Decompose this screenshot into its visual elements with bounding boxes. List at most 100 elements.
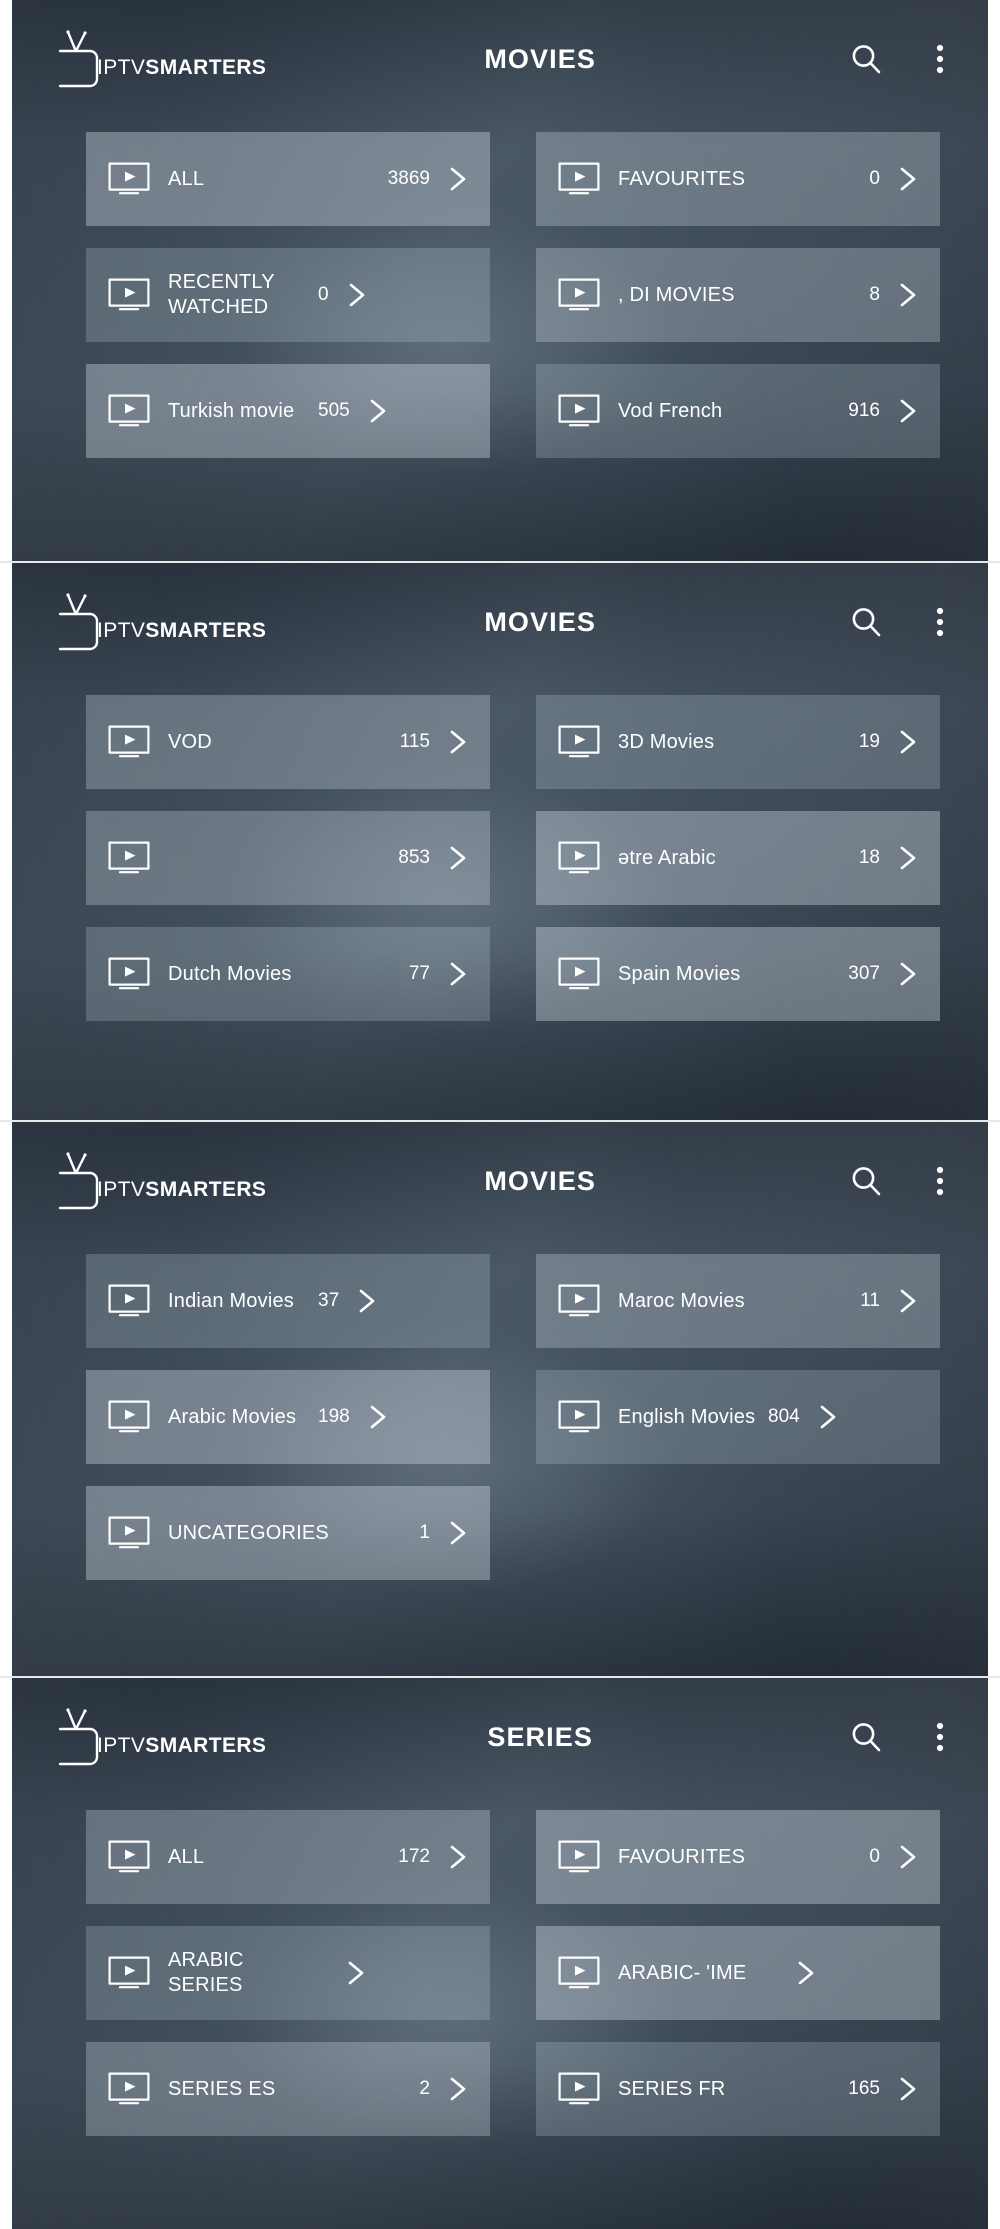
chevron-right-icon[interactable]	[896, 278, 920, 312]
category-grid: ALL 3869 FAVOURITES 0 RECENTLY WATCHED 0…	[12, 118, 988, 458]
category-card-1-3[interactable]: ətre Arabic 18	[536, 811, 940, 905]
category-card-1-5[interactable]: Spain Movies 307	[536, 927, 940, 1021]
app-header: IPTVSMARTERS MOVIES	[12, 1122, 988, 1240]
chevron-right-icon[interactable]	[896, 725, 920, 759]
category-count: 3869	[387, 168, 430, 189]
phone-screen-2: IPTVSMARTERS MOVIES Indian Movies 37 Mar…	[12, 1122, 988, 1676]
chevron-right-icon[interactable]	[896, 957, 920, 991]
tv-play-icon	[558, 2072, 600, 2106]
category-count: 505	[318, 400, 350, 421]
chevron-right-icon[interactable]	[896, 2072, 920, 2106]
tv-play-icon	[108, 1516, 150, 1550]
tv-play-icon	[108, 1284, 150, 1318]
chevron-right-icon[interactable]	[816, 1400, 840, 1434]
chevron-right-icon[interactable]	[355, 1284, 379, 1318]
category-card-1-0[interactable]: VOD 115	[86, 695, 490, 789]
category-card-0-3[interactable]: , DI MOVIES 8	[536, 248, 940, 342]
category-card-2-4[interactable]: UNCATEGORIES 1	[86, 1486, 490, 1580]
chevron-right-icon[interactable]	[446, 2072, 470, 2106]
tv-play-icon	[558, 957, 600, 991]
chevron-right-icon[interactable]	[446, 957, 470, 991]
chevron-right-icon[interactable]	[896, 841, 920, 875]
chevron-right-icon[interactable]	[446, 841, 470, 875]
category-count: 165	[848, 2078, 880, 2099]
category-card-0-5[interactable]: Vod French 916	[536, 364, 940, 458]
search-icon[interactable]	[844, 1159, 888, 1203]
tv-play-icon	[108, 1840, 150, 1874]
tv-play-icon	[108, 2072, 150, 2106]
category-card-0-0[interactable]: ALL 3869	[86, 132, 490, 226]
category-count: 172	[398, 1846, 430, 1867]
category-card-3-3[interactable]: ARABIC- 'IME	[536, 1926, 940, 2020]
brand-logo: IPTVSMARTERS	[46, 1706, 266, 1768]
category-card-1-4[interactable]: Dutch Movies 77	[86, 927, 490, 1021]
page-title: MOVIES	[484, 1165, 596, 1196]
chevron-right-icon[interactable]	[344, 1956, 368, 1990]
tv-play-icon	[108, 841, 150, 875]
tv-play-icon	[108, 1956, 150, 1990]
header-actions	[844, 1715, 962, 1759]
category-card-1-2[interactable]: 853	[86, 811, 490, 905]
category-card-3-2[interactable]: ARABIC SERIES	[86, 1926, 490, 2020]
brand-logo: IPTVSMARTERS	[46, 1150, 266, 1212]
category-label: Dutch Movies	[168, 962, 292, 985]
category-card-2-2[interactable]: Arabic Movies 198	[86, 1370, 490, 1464]
chevron-right-icon[interactable]	[366, 394, 390, 428]
category-label: ətre Arabic	[618, 846, 716, 869]
category-count: 916	[848, 400, 880, 421]
page-title: MOVIES	[484, 606, 596, 637]
category-card-3-0[interactable]: ALL 172	[86, 1810, 490, 1904]
chevron-right-icon[interactable]	[446, 162, 470, 196]
search-icon[interactable]	[844, 1715, 888, 1759]
category-card-3-1[interactable]: FAVOURITES 0	[536, 1810, 940, 1904]
chevron-right-icon[interactable]	[896, 394, 920, 428]
category-grid: Indian Movies 37 Maroc Movies 11 Arabic …	[12, 1240, 988, 1580]
search-icon[interactable]	[844, 37, 888, 81]
more-vertical-icon[interactable]	[918, 37, 962, 81]
chevron-right-icon[interactable]	[345, 278, 369, 312]
app-root: IPTVSMARTERS MOVIES ALL 3869 FAVOURITES …	[0, 0, 1000, 2229]
category-count: 37	[318, 1290, 340, 1311]
category-label: ARABIC- 'IME	[618, 1961, 747, 1984]
category-card-0-1[interactable]: FAVOURITES 0	[536, 132, 940, 226]
tv-play-icon	[108, 278, 150, 312]
chevron-right-icon[interactable]	[446, 725, 470, 759]
chevron-right-icon[interactable]	[896, 1284, 920, 1318]
more-vertical-icon[interactable]	[918, 600, 962, 644]
category-card-0-4[interactable]: Turkish movie 505	[86, 364, 490, 458]
category-label: SERIES ES	[168, 2077, 276, 2100]
category-card-3-4[interactable]: SERIES ES 2	[86, 2042, 490, 2136]
more-vertical-icon[interactable]	[918, 1715, 962, 1759]
category-count: 77	[408, 963, 430, 984]
search-icon[interactable]	[844, 600, 888, 644]
tv-play-icon	[108, 1400, 150, 1434]
chevron-right-icon[interactable]	[366, 1400, 390, 1434]
tv-play-icon	[108, 394, 150, 428]
brand-logo: IPTVSMARTERS	[46, 591, 266, 653]
category-card-0-2[interactable]: RECENTLY WATCHED 0	[86, 248, 490, 342]
category-label: Maroc Movies	[618, 1289, 745, 1312]
chevron-right-icon[interactable]	[896, 1840, 920, 1874]
chevron-right-icon[interactable]	[446, 1840, 470, 1874]
category-card-2-1[interactable]: Maroc Movies 11	[536, 1254, 940, 1348]
category-count: 19	[858, 731, 880, 752]
chevron-right-icon[interactable]	[896, 162, 920, 196]
tv-play-icon	[558, 162, 600, 196]
category-card-3-5[interactable]: SERIES FR 165	[536, 2042, 940, 2136]
chevron-right-icon[interactable]	[794, 1956, 818, 1990]
tv-play-icon	[108, 162, 150, 196]
category-card-2-0[interactable]: Indian Movies 37	[86, 1254, 490, 1348]
category-label: English Movies	[618, 1405, 756, 1428]
more-vertical-icon[interactable]	[918, 1159, 962, 1203]
category-card-1-1[interactable]: 3D Movies 19	[536, 695, 940, 789]
app-header: IPTVSMARTERS MOVIES	[12, 563, 988, 681]
category-card-2-3[interactable]: English Movies 804	[536, 1370, 940, 1464]
category-label: ALL	[168, 1845, 205, 1868]
category-count: 307	[848, 963, 880, 984]
page-title: SERIES	[487, 1721, 593, 1752]
page-title: MOVIES	[484, 43, 596, 74]
category-count: 115	[399, 731, 430, 752]
category-label: ARABIC SERIES	[168, 1949, 244, 1996]
chevron-right-icon[interactable]	[446, 1516, 470, 1550]
category-label: FAVOURITES	[618, 1845, 746, 1868]
